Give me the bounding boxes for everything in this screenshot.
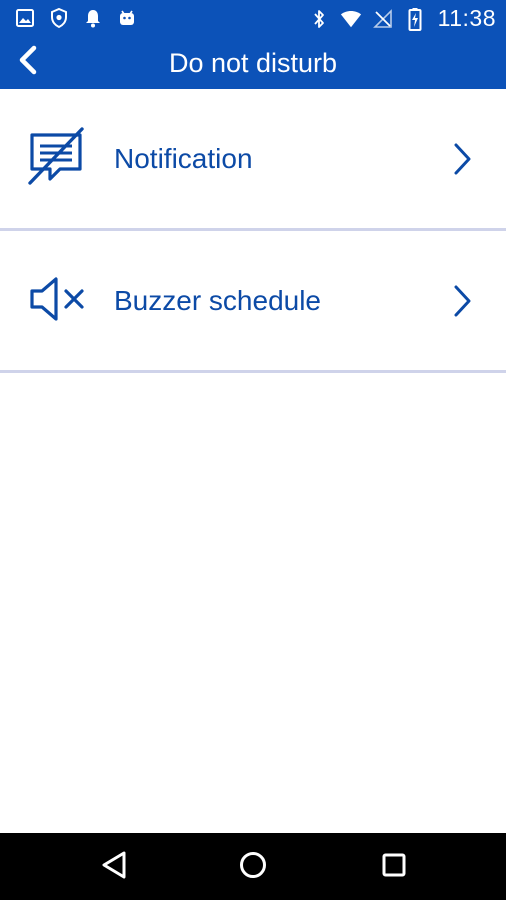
nav-recents-button[interactable] (376, 849, 412, 885)
wifi-icon (340, 7, 362, 31)
status-right-icons: 11:38 (308, 5, 496, 32)
chevron-right-icon (448, 283, 476, 319)
status-clock: 11:38 (437, 5, 496, 31)
page-title: Do not disturb (168, 48, 338, 78)
chevron-right-icon (448, 141, 476, 177)
settings-list: Notification Buzzer schedule (0, 89, 506, 373)
navigation-bar (0, 833, 506, 900)
status-left-icons (14, 7, 138, 29)
battery-charging-icon (404, 7, 426, 31)
home-circle-icon (238, 850, 268, 885)
list-item-label: Notification (114, 143, 253, 174)
app-bar: Do not disturb (0, 36, 506, 89)
nav-home-button[interactable] (235, 849, 271, 885)
bell-icon (82, 7, 104, 29)
speaker-mute-icon (24, 267, 88, 331)
shield-icon (48, 7, 70, 29)
list-item-label: Buzzer schedule (114, 285, 322, 316)
android-icon (116, 7, 138, 29)
recents-square-icon (381, 852, 407, 883)
back-triangle-icon (100, 850, 128, 885)
list-item-buzzer-schedule[interactable]: Buzzer schedule (0, 231, 506, 373)
screen: 11:38 Do not disturb Notification Buzzer… (0, 0, 506, 900)
no-signal-icon (372, 7, 394, 31)
list-item-notification[interactable]: Notification (0, 89, 506, 231)
nav-back-button[interactable] (96, 849, 132, 885)
notification-off-icon (24, 125, 88, 189)
bluetooth-icon (308, 7, 330, 31)
image-icon (14, 7, 36, 29)
status-bar: 11:38 (0, 0, 506, 36)
